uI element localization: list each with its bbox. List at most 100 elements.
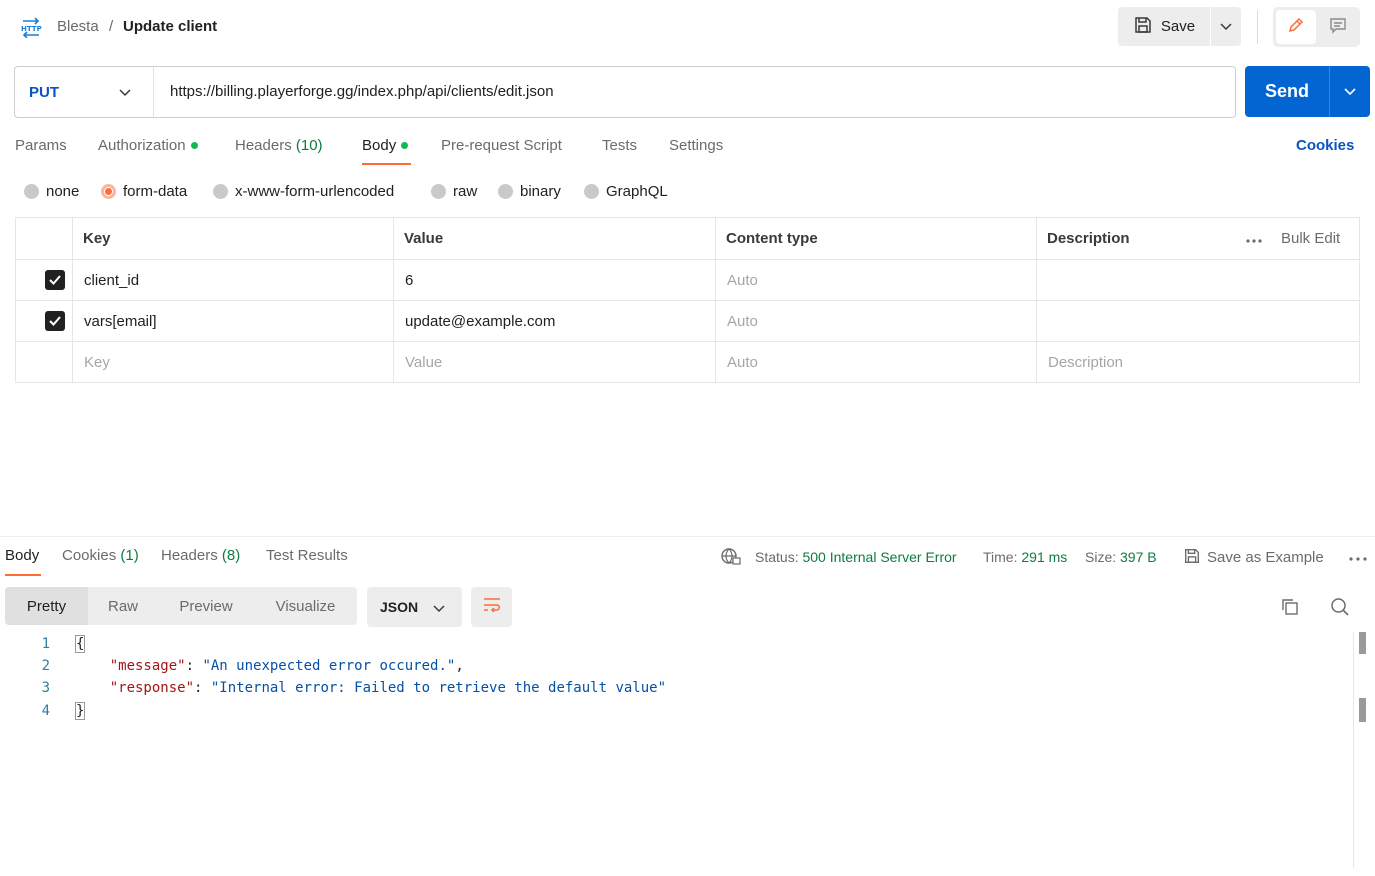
line-number: 1 <box>41 636 50 652</box>
tab-count: (10) <box>295 137 323 154</box>
size-label: Size: <box>1085 549 1117 565</box>
code-line: "response": "Internal error: Failed to r… <box>109 680 667 696</box>
send-button[interactable]: Send <box>1245 66 1329 117</box>
form-data-table: Key Value Content type Description Bulk … <box>15 217 1360 383</box>
response-tab-cookies[interactable]: Cookies (1) <box>62 547 139 564</box>
status-indicator[interactable]: Status: 500 Internal Server Error <box>755 549 957 565</box>
send-options-button[interactable] <box>1330 66 1370 117</box>
tab-headers[interactable]: Headers (10) <box>235 137 323 154</box>
url-input[interactable]: https://billing.playerforge.gg/index.php… <box>170 83 554 100</box>
row-checkbox[interactable] <box>45 260 65 300</box>
time-indicator[interactable]: Time: 291 ms <box>983 549 1067 565</box>
json-string: "An unexpected error occured." <box>202 658 456 674</box>
chevron-down-icon <box>1220 18 1232 35</box>
breadcrumb-collection[interactable]: Blesta <box>57 18 99 35</box>
radio-form-data[interactable]: form-data <box>101 183 187 200</box>
radio-graphql[interactable]: GraphQL <box>584 183 668 200</box>
copy-icon[interactable] <box>1280 597 1300 621</box>
tab-label: Cookies <box>62 547 117 564</box>
bulk-edit-button[interactable]: Bulk Edit <box>1281 218 1340 259</box>
more-horizontal-icon <box>1246 230 1262 247</box>
response-tab-test-results[interactable]: Test Results <box>266 547 348 564</box>
table-row: vars[email] update@example.com Auto <box>16 301 1359 342</box>
tab-label: Headers <box>235 137 292 154</box>
wrap-lines-button[interactable] <box>471 587 512 627</box>
method-select[interactable]: PUT <box>15 67 154 117</box>
format-select[interactable]: JSON <box>367 587 462 627</box>
cookies-link[interactable]: Cookies <box>1296 137 1354 154</box>
radio-binary[interactable]: binary <box>498 183 561 200</box>
radio-urlencoded[interactable]: x-www-form-urlencoded <box>213 183 394 200</box>
active-tab-indicator <box>362 163 411 165</box>
save-button[interactable]: Save <box>1118 7 1210 46</box>
view-raw[interactable]: Raw <box>88 587 158 625</box>
tab-authorization[interactable]: Authorization <box>98 137 198 154</box>
scrollbar-marker[interactable] <box>1359 698 1366 722</box>
time-value: 291 ms <box>1021 549 1068 565</box>
response-tab-headers[interactable]: Headers (8) <box>161 547 240 564</box>
save-as-example-button[interactable]: Save as Example <box>1183 547 1324 569</box>
radio-icon <box>584 184 599 199</box>
tab-label: Body <box>362 137 397 154</box>
key-cell[interactable]: client_id <box>84 260 139 300</box>
floppy-disk-icon <box>1183 547 1201 569</box>
json-key: "message" <box>109 658 186 674</box>
chevron-down-icon <box>1344 83 1356 100</box>
svg-text:HTTP: HTTP <box>21 25 42 33</box>
request-title[interactable]: Update client <box>123 18 217 35</box>
search-icon[interactable] <box>1330 597 1350 621</box>
key-input[interactable]: Key <box>84 342 110 382</box>
more-options-button[interactable] <box>1349 548 1367 564</box>
status-label: Status: <box>755 549 799 565</box>
table-row: client_id 6 Auto <box>16 260 1359 301</box>
tab-tests[interactable]: Tests <box>602 137 637 154</box>
globe-icon[interactable] <box>720 547 742 570</box>
content-type-cell[interactable]: Auto <box>727 260 758 300</box>
time-label: Time: <box>983 549 1018 565</box>
radio-raw[interactable]: raw <box>431 183 477 200</box>
radio-icon <box>498 184 513 199</box>
size-value: 397 B <box>1120 549 1157 565</box>
tab-settings[interactable]: Settings <box>669 137 723 154</box>
column-header-value: Value <box>404 230 444 247</box>
column-header-description: Description <box>1047 230 1130 247</box>
save-button-group: Save <box>1118 7 1241 46</box>
value-input[interactable]: Value <box>405 342 442 382</box>
line-number: 3 <box>41 680 50 696</box>
active-tab-indicator <box>5 574 41 576</box>
tab-body[interactable]: Body <box>362 137 409 154</box>
breadcrumb-separator: / <box>109 18 114 35</box>
size-indicator[interactable]: Size: 397 B <box>1085 549 1157 565</box>
scrollbar-marker[interactable] <box>1359 632 1366 654</box>
more-options-button[interactable] <box>1246 218 1262 259</box>
tab-pre-request-script[interactable]: Pre-request Script <box>441 137 562 154</box>
radio-none[interactable]: none <box>24 183 79 200</box>
save-options-button[interactable] <box>1211 7 1241 46</box>
checkbox-checked-icon <box>45 311 65 331</box>
chevron-down-icon <box>433 600 445 616</box>
value-cell[interactable]: 6 <box>405 260 413 300</box>
view-visualize[interactable]: Visualize <box>254 587 357 625</box>
status-dot <box>401 141 409 149</box>
radio-label: none <box>46 183 80 200</box>
row-checkbox[interactable] <box>45 301 65 341</box>
view-pretty[interactable]: Pretty <box>5 587 88 625</box>
edit-mode-button[interactable] <box>1276 10 1316 44</box>
radio-icon <box>24 184 39 199</box>
radio-label: x-www-form-urlencoded <box>235 183 395 200</box>
value-cell[interactable]: update@example.com <box>405 301 555 341</box>
send-button-group: Send <box>1245 66 1370 117</box>
radio-selected-icon <box>101 184 116 199</box>
content-type-cell[interactable]: Auto <box>727 301 758 341</box>
code-close-brace: } <box>74 702 86 720</box>
description-input[interactable]: Description <box>1048 342 1123 382</box>
view-preview[interactable]: Preview <box>158 587 254 625</box>
line-number: 4 <box>41 703 50 719</box>
key-cell[interactable]: vars[email] <box>84 301 157 341</box>
view-mode-tabs: Pretty Raw Preview Visualize <box>5 587 357 625</box>
tab-params[interactable]: Params <box>15 137 67 154</box>
scrollbar-track[interactable] <box>1353 632 1354 868</box>
comments-button[interactable] <box>1319 10 1357 44</box>
response-tab-body[interactable]: Body <box>5 547 39 564</box>
content-type-input[interactable]: Auto <box>727 342 758 382</box>
